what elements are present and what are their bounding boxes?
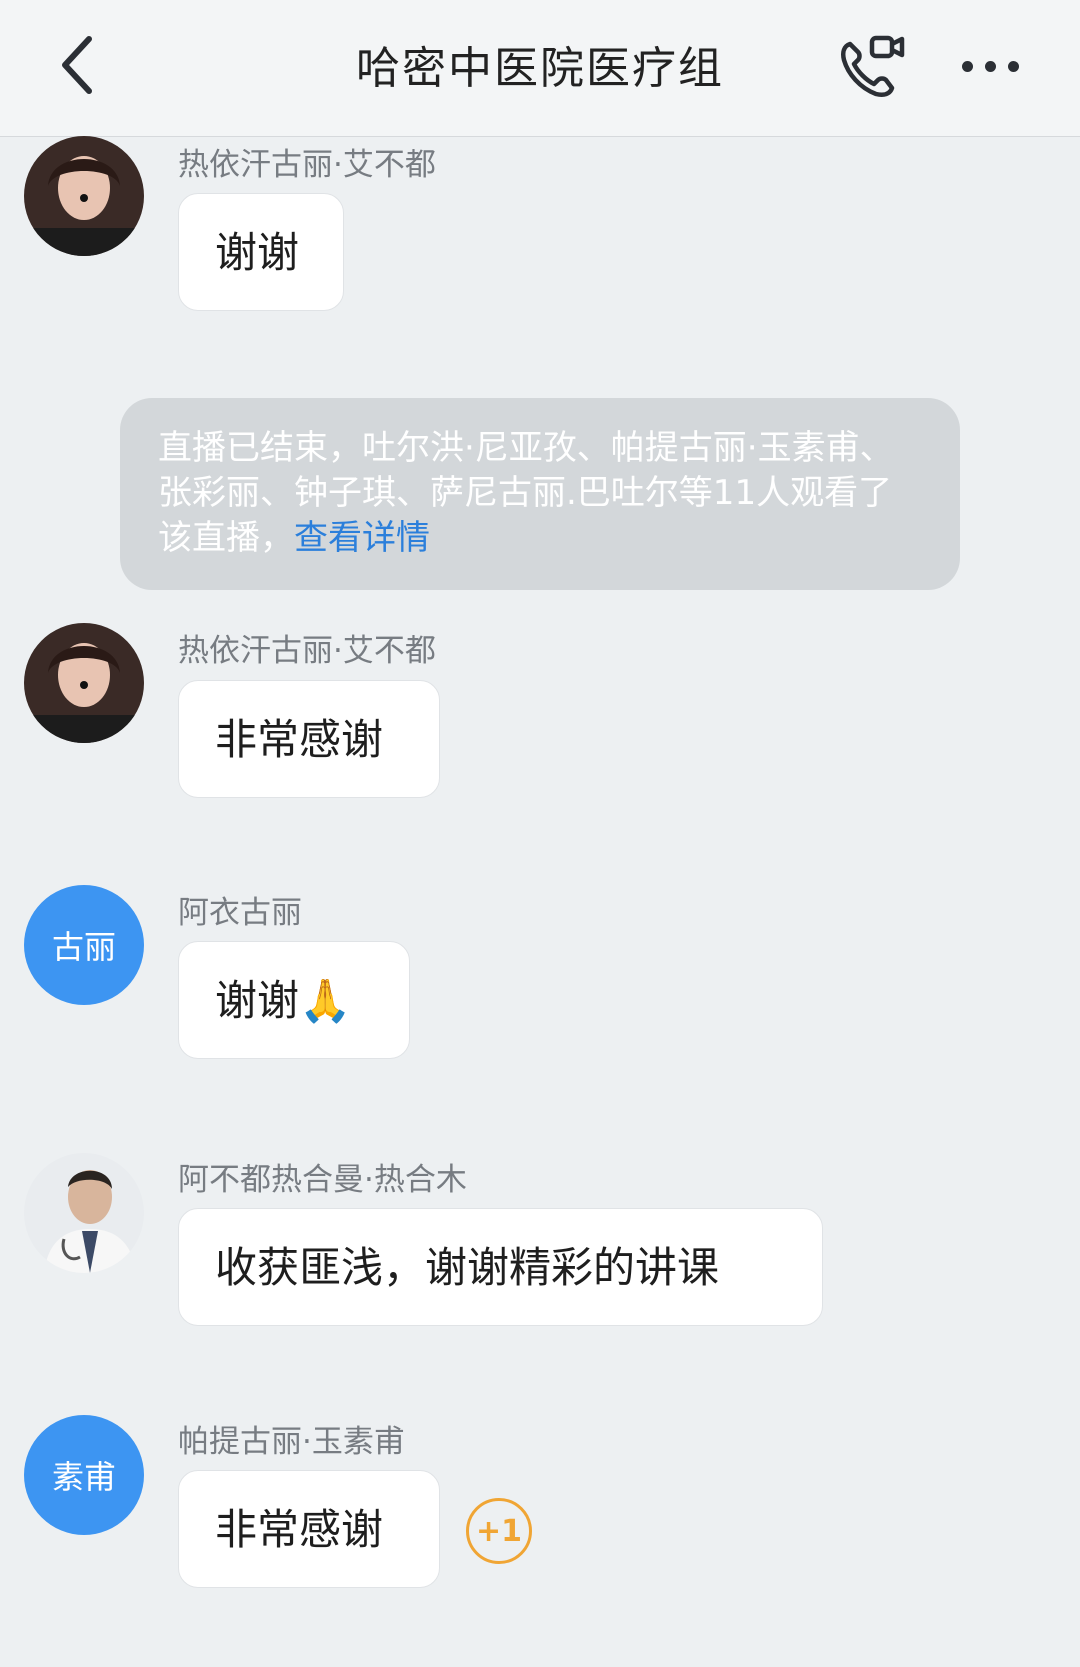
sender-name: 阿衣古丽	[178, 895, 302, 931]
more-horizontal-icon	[956, 60, 1025, 72]
back-button[interactable]	[42, 22, 112, 112]
avatar[interactable]	[24, 1153, 144, 1273]
plus-one-reaction-button[interactable]: +1	[466, 1498, 532, 1564]
view-details-link[interactable]: 查看详情	[294, 518, 430, 558]
message-bubble[interactable]: 谢谢	[178, 193, 344, 311]
notice-text: 直播已结束，吐尔洪·尼亚孜、帕提古丽·玉素甫、张彩丽、钟子琪、萨尼古丽.巴吐尔等…	[158, 428, 894, 558]
more-button[interactable]	[950, 36, 1030, 96]
avatar[interactable]	[24, 136, 144, 256]
sender-name: 热依汗古丽·艾不都	[178, 147, 436, 183]
message-bubble[interactable]: 非常感谢	[178, 1470, 440, 1588]
message-bubble[interactable]: 非常感谢	[178, 680, 440, 798]
avatar[interactable]	[24, 623, 144, 743]
video-call-button[interactable]	[826, 24, 916, 114]
sender-name: 热依汗古丽·艾不都	[178, 633, 436, 669]
page-title: 哈密中医院医疗组	[356, 43, 724, 94]
avatar[interactable]: 古丽	[24, 885, 144, 1005]
chat-header: 哈密中医院医疗组	[0, 0, 1080, 137]
sender-name: 帕提古丽·玉素甫	[178, 1424, 405, 1460]
sender-name: 阿不都热合曼·热合木	[178, 1162, 467, 1198]
chevron-left-icon	[57, 35, 97, 99]
video-phone-icon	[836, 32, 906, 106]
avatar[interactable]: 素甫	[24, 1415, 144, 1535]
live-ended-notice: 直播已结束，吐尔洪·尼亚孜、帕提古丽·玉素甫、张彩丽、钟子琪、萨尼古丽.巴吐尔等…	[120, 398, 960, 590]
message-bubble[interactable]: 谢谢🙏	[178, 941, 410, 1059]
message-bubble[interactable]: 收获匪浅，谢谢精彩的讲课	[178, 1208, 823, 1326]
